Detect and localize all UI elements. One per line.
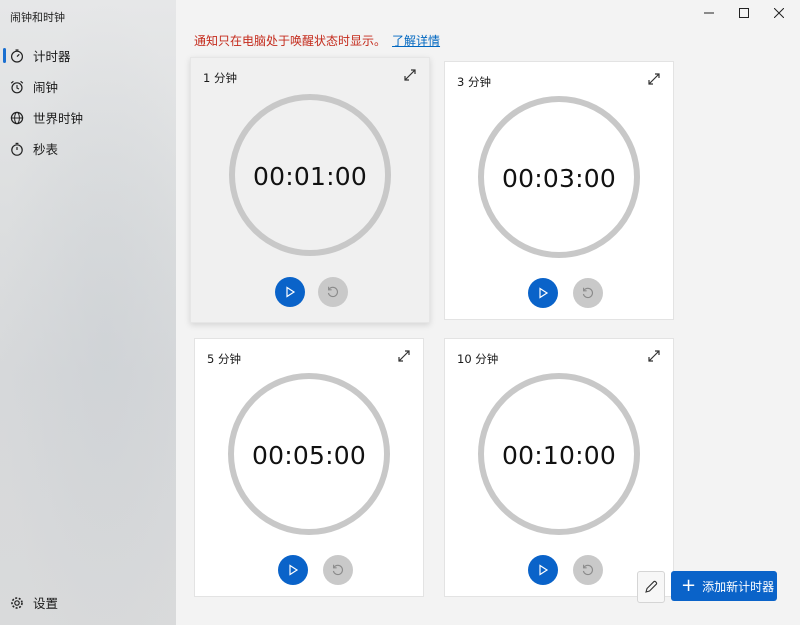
play-button[interactable] — [528, 278, 558, 308]
expand-icon[interactable] — [647, 72, 661, 86]
sidebar-item-label: 世界时钟 — [33, 111, 84, 126]
timer-time: 00:05:00 — [252, 441, 366, 470]
reset-icon — [332, 564, 343, 576]
main-content: 通知只在电脑处于唤醒状态时显示。 了解详情 1 分钟 00:01:00 3 分钟 … — [176, 0, 800, 625]
sidebar-item-label: 秒表 — [33, 142, 59, 157]
alarm-icon — [10, 80, 24, 94]
timer-card[interactable]: 5 分钟 00:05:00 — [194, 338, 424, 597]
timer-time: 00:10:00 — [502, 441, 616, 470]
add-timer-label: 添加新计时器 — [702, 579, 775, 594]
sidebar-item-settings[interactable]: 设置 — [10, 593, 58, 612]
timer-card[interactable]: 3 分钟 00:03:00 — [444, 61, 674, 320]
app-title: 闹钟和时钟 — [10, 11, 65, 24]
close-icon — [774, 8, 784, 18]
minimize-button[interactable] — [694, 4, 724, 22]
reset-button[interactable] — [323, 555, 353, 585]
timer-icon — [10, 48, 24, 63]
reset-icon — [582, 564, 593, 576]
timer-title: 10 分钟 — [457, 352, 499, 366]
play-icon — [539, 287, 549, 299]
reset-button[interactable] — [573, 278, 603, 308]
sidebar-item-world-clock[interactable]: 世界时钟 — [0, 102, 176, 133]
gear-icon — [10, 596, 24, 610]
timer-time: 00:03:00 — [502, 164, 616, 193]
expand-icon[interactable] — [647, 349, 661, 363]
timer-title: 5 分钟 — [207, 352, 241, 366]
close-button[interactable] — [764, 4, 794, 22]
sidebar-item-timer[interactable]: 计时器 — [0, 40, 176, 71]
sidebar-item-label: 计时器 — [33, 49, 71, 64]
reset-button[interactable] — [573, 555, 603, 585]
sidebar-item-label: 闹钟 — [33, 80, 59, 95]
nav-list: 计时器 闹钟 世界时钟 秒表 — [0, 40, 176, 164]
timer-card[interactable]: 10 分钟 00:10:00 — [444, 338, 674, 597]
play-icon — [289, 564, 299, 576]
play-button[interactable] — [275, 277, 305, 307]
play-button[interactable] — [278, 555, 308, 585]
reset-button[interactable] — [318, 277, 348, 307]
settings-label: 设置 — [33, 596, 59, 611]
play-icon — [539, 564, 549, 576]
globe-icon — [10, 111, 24, 125]
timer-card[interactable]: 1 分钟 00:01:00 — [190, 57, 430, 323]
notice-banner: 通知只在电脑处于唤醒状态时显示。 了解详情 — [194, 32, 440, 49]
timer-title: 3 分钟 — [457, 75, 491, 89]
sidebar-item-stopwatch[interactable]: 秒表 — [0, 133, 176, 164]
edit-button[interactable] — [637, 571, 665, 603]
expand-icon[interactable] — [403, 68, 417, 82]
maximize-icon — [739, 8, 749, 18]
notice-text: 通知只在电脑处于唤醒状态时显示。 — [194, 34, 387, 48]
add-timer-button[interactable]: + 添加新计时器 — [671, 571, 777, 601]
reset-icon — [582, 287, 593, 299]
plus-icon: + — [681, 575, 697, 596]
reset-icon — [327, 286, 338, 298]
stopwatch-icon — [10, 142, 24, 156]
maximize-button[interactable] — [729, 4, 759, 22]
expand-icon[interactable] — [397, 349, 411, 363]
play-button[interactable] — [528, 555, 558, 585]
timer-title: 1 分钟 — [203, 71, 237, 85]
pencil-icon — [645, 580, 658, 593]
minimize-icon — [704, 12, 714, 14]
sidebar-item-alarm[interactable]: 闹钟 — [0, 71, 176, 102]
learn-more-link[interactable]: 了解详情 — [392, 34, 440, 48]
sidebar: 闹钟和时钟 计时器 闹钟 世界时钟 秒表 设置 — [0, 0, 176, 625]
play-icon — [286, 286, 296, 298]
timer-time: 00:01:00 — [253, 162, 367, 191]
